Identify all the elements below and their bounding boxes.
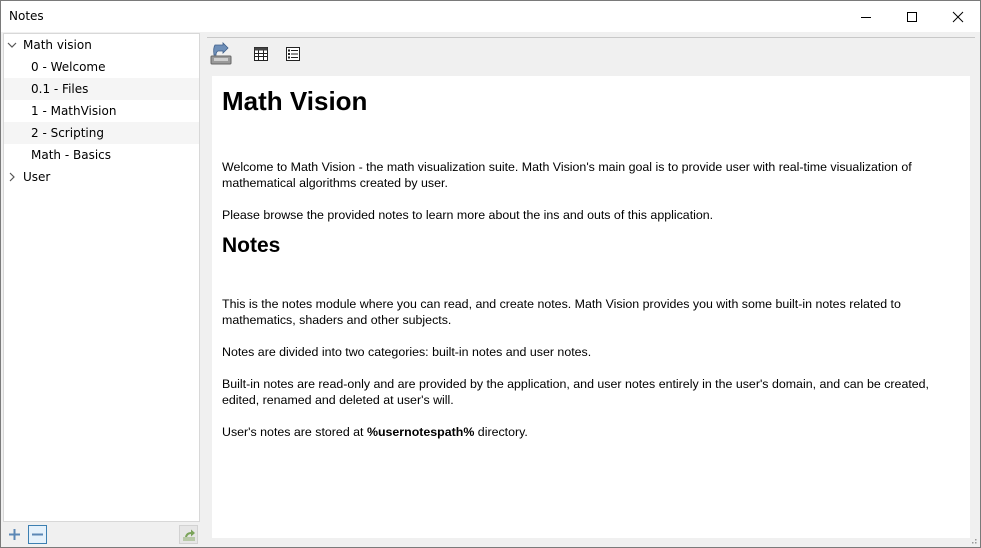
toolbar-divider (207, 37, 975, 38)
path-suffix: directory. (474, 425, 528, 439)
chevron-right-icon[interactable] (7, 172, 17, 182)
remove-note-button[interactable] (28, 525, 47, 544)
tree-item-math-basics[interactable]: Math - Basics (4, 144, 199, 166)
list-view-button[interactable] (280, 41, 306, 67)
export-arrow-icon (182, 529, 195, 541)
note-viewer[interactable]: Math Vision Welcome to Math Vision - the… (212, 76, 970, 538)
export-note-button[interactable] (179, 525, 198, 544)
tree-item-welcome[interactable]: 0 - Welcome (4, 56, 199, 78)
window-title: Notes (9, 9, 44, 23)
path-prefix: User's notes are stored at (222, 425, 367, 439)
list-view-icon (286, 47, 300, 61)
tree-item-label: 2 - Scripting (31, 126, 104, 140)
user-notes-path: %usernotespath% (366, 425, 475, 439)
tree-item-scripting[interactable]: 2 - Scripting (4, 122, 199, 144)
maximize-icon (907, 11, 917, 22)
table-view-icon (254, 47, 268, 61)
minimize-button[interactable] (843, 1, 889, 32)
notes-window: Notes Math vision 0 - Welcome 0.1 - File… (0, 0, 981, 548)
tree-item-label: 1 - MathVision (31, 104, 117, 118)
close-icon (952, 11, 964, 22)
import-button[interactable] (208, 41, 234, 67)
note-paragraph: Built-in notes are read-only and are pro… (222, 377, 929, 407)
tree-item-mathvision[interactable]: 1 - MathVision (4, 100, 199, 122)
add-note-button[interactable] (5, 525, 24, 544)
note-heading-math-vision: Math Vision (222, 86, 368, 116)
title-bar[interactable]: Notes (1, 1, 980, 32)
note-paragraph: Please browse the provided notes to lear… (222, 208, 714, 222)
maximize-button[interactable] (889, 1, 935, 32)
tree-item-math-vision[interactable]: Math vision (4, 34, 199, 56)
minimize-icon (861, 16, 871, 18)
resize-grip-icon[interactable] (969, 536, 977, 544)
import-icon (210, 42, 232, 65)
note-paragraph-path: User's notes are stored at %usernotespat… (222, 424, 960, 440)
table-view-button[interactable] (248, 41, 274, 67)
tree-item-files[interactable]: 0.1 - Files (4, 78, 199, 100)
minus-icon (32, 533, 43, 536)
tree-item-label: 0 - Welcome (31, 60, 106, 74)
note-paragraph: This is the notes module where you can r… (222, 297, 901, 327)
close-button[interactable] (935, 1, 980, 32)
note-paragraph: Welcome to Math Vision - the math visual… (222, 160, 912, 190)
tree-item-label: 0.1 - Files (31, 82, 89, 96)
note-heading-notes: Notes (222, 234, 281, 257)
plus-icon (9, 529, 20, 540)
tree-item-label: User (23, 170, 51, 184)
notes-tree[interactable]: Math vision 0 - Welcome 0.1 - Files 1 - … (3, 33, 200, 522)
tree-item-user[interactable]: User (4, 166, 199, 188)
chevron-down-icon[interactable] (7, 40, 17, 50)
note-paragraph: Notes are divided into two categories: b… (222, 345, 592, 359)
tree-item-label: Math - Basics (31, 148, 111, 162)
tree-item-label: Math vision (23, 38, 92, 52)
